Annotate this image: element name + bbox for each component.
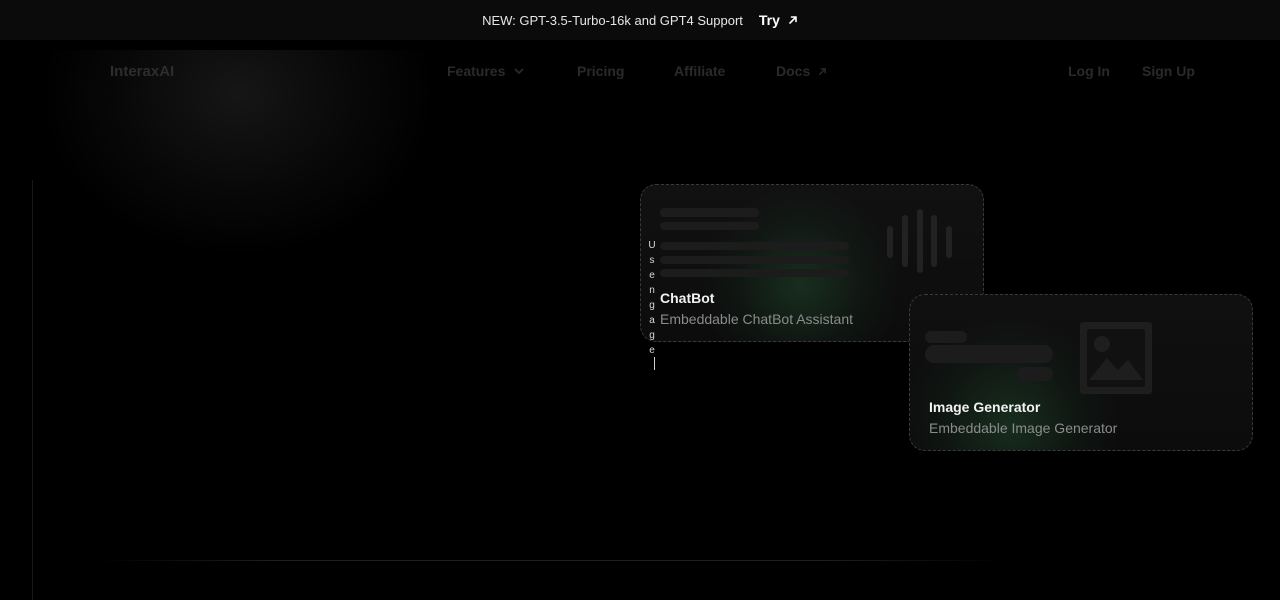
nav-item-label: Features	[447, 63, 506, 79]
placeholder-pill	[1017, 367, 1053, 381]
image-icon	[1080, 322, 1152, 394]
nav-item-pricing[interactable]: Pricing	[577, 63, 624, 79]
try-label: Try	[758, 12, 780, 28]
login-link[interactable]: Log In	[1068, 63, 1110, 79]
divider-line	[95, 560, 1005, 561]
placeholder-line	[660, 242, 849, 250]
wave-bar	[887, 226, 893, 258]
chevron-down-icon	[514, 68, 524, 74]
spotlight-glow	[40, 50, 480, 340]
placeholder-pill	[925, 331, 967, 343]
nav-item-docs[interactable]: Docs	[776, 63, 827, 79]
announcement-message: NEW: GPT-3.5-Turbo-16k and GPT4 Support	[482, 12, 743, 28]
wave-bar	[946, 226, 952, 258]
placeholder-line	[660, 256, 849, 264]
signup-button[interactable]: Sign Up	[1142, 63, 1195, 79]
landing-page: NEW: GPT-3.5-Turbo-16k and GPT4 Support …	[0, 0, 1280, 600]
typing-text: Usengage	[648, 240, 656, 356]
try-link[interactable]: Try	[759, 12, 798, 28]
login-label: Log In	[1068, 63, 1110, 79]
placeholder-pill	[925, 345, 1053, 363]
wave-bar	[917, 209, 923, 273]
image-generator-card[interactable]: Image Generator Embeddable Image Generat…	[909, 294, 1253, 451]
nav-item-features[interactable]: Features	[447, 63, 525, 79]
arrow-up-right-icon	[789, 16, 797, 24]
card-title: ChatBot	[660, 290, 715, 306]
card-subtitle: Embeddable ChatBot Assistant	[660, 311, 854, 327]
signup-label: Sign Up	[1142, 63, 1195, 79]
main-nav: InteraxAI Features Pricing Affiliate Doc…	[0, 50, 1280, 92]
typing-caret	[654, 357, 655, 370]
wave-bar	[931, 215, 937, 267]
nav-item-label: Docs	[776, 63, 811, 79]
placeholder-line	[660, 269, 849, 277]
brand-logo[interactable]: InteraxAI	[110, 63, 174, 80]
arrow-up-right-icon	[819, 67, 827, 75]
placeholder-line	[660, 222, 759, 230]
nav-item-affiliate[interactable]: Affiliate	[674, 63, 725, 79]
announcement-bar: NEW: GPT-3.5-Turbo-16k and GPT4 Support …	[0, 0, 1280, 40]
card-title: Image Generator	[929, 399, 1041, 415]
placeholder-line	[660, 208, 759, 217]
nav-item-label: Affiliate	[674, 63, 726, 79]
wave-bar	[902, 215, 908, 267]
guide-line-vertical	[32, 180, 33, 600]
nav-item-label: Pricing	[577, 63, 625, 79]
card-subtitle: Embeddable Image Generator	[929, 420, 1118, 436]
